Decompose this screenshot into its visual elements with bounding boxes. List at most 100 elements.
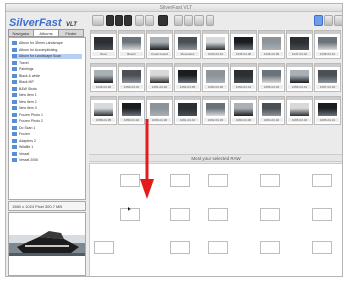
thumbnail[interactable]: 1054-01.01: [230, 63, 257, 92]
thumbnail[interactable]: 1052-01.05: [174, 63, 201, 92]
thumbnail-image: [122, 70, 141, 83]
tray-slot[interactable]: [312, 174, 332, 187]
tree-item[interactable]: New Item 3: [12, 106, 37, 111]
thumbnail[interactable]: 1063-01.00: [230, 96, 257, 125]
rotate-left-icon[interactable]: [174, 15, 183, 26]
print-icon[interactable]: [158, 15, 168, 26]
folder-icon: [12, 80, 17, 85]
thumbnail[interactable]: 1044-01.01: [202, 30, 229, 59]
tree-item[interactable]: Adapters 2: [12, 139, 36, 144]
tree-item[interactable]: Album for Landscape Scan: [12, 54, 82, 59]
thumbnail-header: [91, 64, 116, 67]
thumbnail[interactable]: 1055-01.03: [258, 63, 285, 92]
tree-item[interactable]: Frozen Photo 1: [12, 113, 43, 118]
tree-item[interactable]: Black & white: [12, 74, 40, 79]
thumbnail[interactable]: 1065-01.04: [286, 96, 313, 125]
thumbnail-header: [231, 64, 256, 67]
thumbnail[interactable]: 1046-01.05: [258, 30, 285, 59]
preview-pane: [8, 212, 86, 276]
thumbnail[interactable]: 1049-01.00: [90, 63, 117, 92]
sidebar-tabs: Navigator Albums Finder: [8, 29, 84, 37]
thumbnail-header: [259, 31, 284, 34]
menu-button[interactable]: [92, 15, 104, 26]
tree-item[interactable]: Album for Accomplishing: [12, 48, 57, 53]
tree-item[interactable]: Do Scan 1: [12, 126, 35, 131]
grid-view-medium-icon[interactable]: [115, 15, 123, 26]
grid-view-small-icon[interactable]: [124, 15, 132, 26]
tray-slot[interactable]: [170, 208, 190, 221]
tree-item[interactable]: Frozen: [12, 132, 30, 137]
search-icon[interactable]: [314, 15, 323, 26]
tree-item[interactable]: B&W Shots: [12, 87, 37, 92]
tray-slot[interactable]: [120, 174, 140, 187]
thumbnail[interactable]: 1057-01.04: [314, 63, 341, 92]
thumbnail-header: [147, 97, 172, 100]
drop-tray[interactable]: [89, 163, 342, 276]
tree-item-label: Album for Landscape Scan: [19, 54, 62, 58]
rotate-right-icon[interactable]: [184, 15, 193, 26]
crop-tool-icon[interactable]: [145, 15, 154, 26]
tree-item[interactable]: Travel: [12, 61, 29, 66]
thumbnail[interactable]: 1056-01.01: [286, 63, 313, 92]
gear-icon[interactable]: [324, 15, 333, 26]
thumbnail[interactable]: 1047-01.02: [286, 30, 313, 59]
thumbnail-image: [234, 37, 253, 50]
preview-image: [9, 213, 85, 275]
zoom-tool-icon[interactable]: [135, 15, 144, 26]
logo-brand: SilverFast: [9, 17, 62, 29]
tray-slot[interactable]: [208, 174, 228, 187]
tree-item-label: Black & white: [19, 73, 41, 78]
tray-slot[interactable]: [208, 241, 228, 254]
tray-slot[interactable]: [312, 241, 332, 254]
thumbnail-label: 1062-01.03: [204, 118, 227, 122]
thumbnail[interactable]: Beach: [118, 30, 145, 59]
thumbnail[interactable]: 1048-01.01: [314, 30, 341, 59]
thumbnail-label: 1045-01.00: [232, 52, 255, 56]
thumbnail[interactable]: 1050-01.01: [118, 63, 145, 92]
tree-item[interactable]: Vessel 2006: [12, 158, 38, 163]
album-tree[interactable]: Album for 35mm Landscape Album for Accomp…: [8, 37, 86, 200]
thumbnail[interactable]: 1045-01.00: [230, 30, 257, 59]
flip-icon[interactable]: [194, 15, 204, 26]
info-button[interactable]: [206, 15, 214, 26]
thumbnail[interactable]: 1053-01.00: [202, 63, 229, 92]
grid-view-large-icon[interactable]: [106, 15, 114, 26]
tab-albums[interactable]: Albums: [33, 29, 59, 37]
folder-icon: [12, 112, 17, 117]
tray-slot[interactable]: [312, 208, 332, 221]
tree-item[interactable]: Album for 35mm Landscape: [12, 41, 63, 46]
thumbnail-label: 1046-01.05: [260, 52, 283, 56]
tree-item[interactable]: Paintings: [12, 67, 33, 72]
thumbnail[interactable]: 1062-01.03: [202, 96, 229, 125]
tray-slot[interactable]: [260, 241, 280, 254]
thumbnail[interactable]: Boat: [90, 30, 117, 59]
tray-slot[interactable]: [94, 241, 114, 254]
image-info-text: 1580 x 1024 Pixel 300.7 MB: [12, 204, 63, 209]
thumbnail[interactable]: 1051-01.02: [146, 63, 173, 92]
tray-slot[interactable]: [260, 174, 280, 187]
thumbnail-image: [234, 103, 253, 116]
tree-item[interactable]: Wildlife 1: [12, 145, 33, 150]
tray-slot[interactable]: [260, 208, 280, 221]
help-icon[interactable]: [334, 15, 342, 26]
tree-item[interactable]: Black MP: [12, 80, 34, 85]
thumbnail[interactable]: 1058-01.05: [90, 96, 117, 125]
thumbnail-header: [175, 64, 200, 67]
tray-slot[interactable]: [170, 241, 190, 254]
thumbnail[interactable]: Mountains: [174, 30, 201, 59]
tree-item[interactable]: New Item 2: [12, 100, 37, 105]
thumbnail[interactable]: Coast Guard: [146, 30, 173, 59]
tray-slot[interactable]: [170, 174, 190, 187]
thumbnail-image: [178, 103, 197, 116]
thumbnail[interactable]: 1064-01.02: [258, 96, 285, 125]
thumbnail[interactable]: 1061-01.01: [174, 96, 201, 125]
tray-slot[interactable]: [208, 208, 228, 221]
app-logo: SilverFast VLT: [9, 13, 77, 29]
tree-item[interactable]: Frozen Photo 2: [12, 119, 43, 124]
tab-finder[interactable]: Finder: [58, 29, 84, 37]
thumbnail-header: [91, 31, 116, 34]
tab-navigator[interactable]: Navigator: [8, 29, 34, 37]
tree-item[interactable]: Vessel: [12, 152, 29, 157]
tree-item[interactable]: New Item 1: [12, 93, 37, 98]
thumbnail[interactable]: 1066-01.01: [314, 96, 341, 125]
